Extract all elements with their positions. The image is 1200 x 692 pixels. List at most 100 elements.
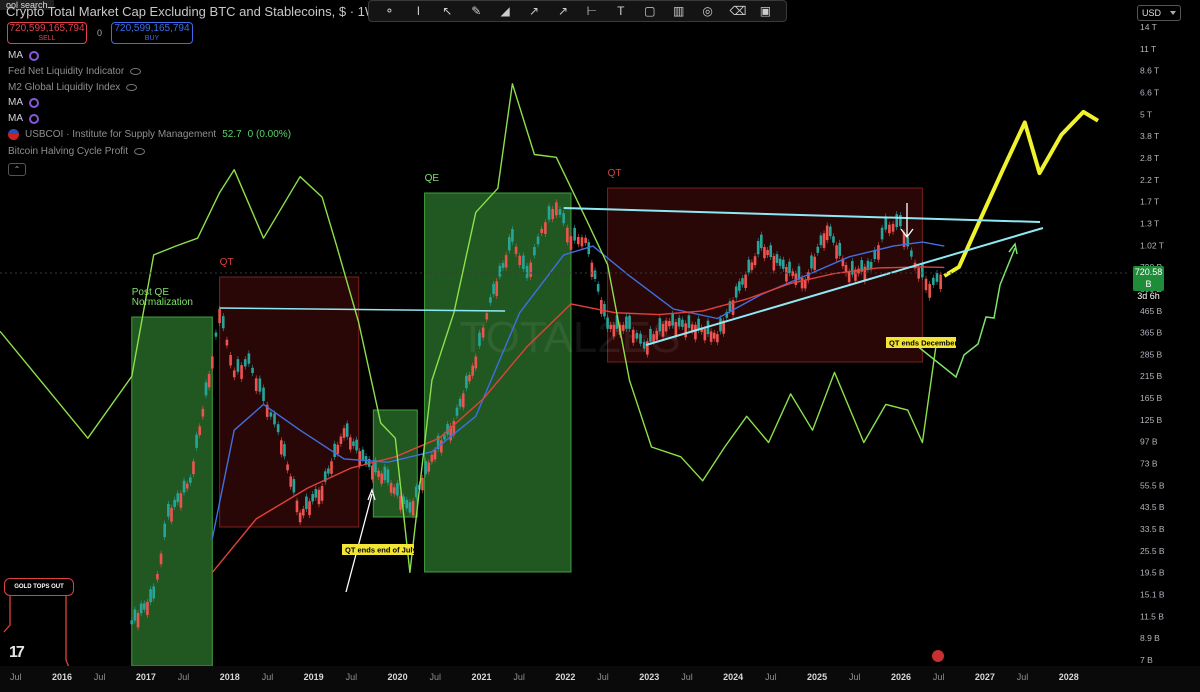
collapse-legend-button[interactable]: ⌃ [8, 163, 26, 176]
x-tick-label: Jul [681, 672, 693, 682]
text-tool-icon[interactable]: T [614, 4, 628, 18]
eye-icon[interactable] [134, 148, 146, 155]
candle [769, 245, 773, 258]
y-tick-label: 165 B [1140, 393, 1163, 403]
candle [440, 440, 443, 453]
candle [785, 267, 788, 282]
candle [763, 247, 766, 259]
trend-icon[interactable]: ↗ [527, 4, 541, 18]
candle [533, 247, 536, 256]
candle [825, 225, 829, 241]
y-tick-label: 465 B [1140, 306, 1163, 316]
candle [649, 328, 652, 342]
candle [283, 444, 286, 457]
candle [386, 469, 390, 483]
candle [146, 601, 149, 616]
zone-label: Normalization [132, 297, 193, 308]
candle [411, 500, 415, 516]
eraser-icon[interactable]: ⌫ [730, 4, 747, 18]
candle [838, 242, 842, 256]
candle [355, 439, 358, 451]
indicator-row[interactable]: USBCOI · Institute for Supply Management… [8, 129, 291, 140]
candle [305, 496, 308, 510]
x-tick-label: 2026 [891, 672, 911, 682]
candle [173, 499, 176, 507]
x-tick-label: 2027 [975, 672, 995, 682]
candle [932, 277, 935, 285]
y-tick-label: 43.5 B [1140, 502, 1165, 512]
range-icon[interactable]: ⊢ [585, 4, 599, 18]
indicator-row[interactable]: MA [8, 50, 39, 61]
candle [229, 355, 232, 366]
buy-button[interactable]: 720,599,165,794 BUY [111, 22, 193, 44]
frame-icon[interactable]: ▢ [643, 4, 657, 18]
y-tick-label: 365 B [1140, 328, 1163, 338]
candle [819, 235, 823, 246]
candle [775, 254, 779, 263]
indicator-row[interactable]: MA [8, 113, 39, 124]
x-tick-label: 2017 [136, 672, 156, 682]
currency-select[interactable]: USD [1137, 5, 1181, 21]
anchor-icon[interactable]: ◎ [701, 4, 715, 18]
candle [760, 234, 763, 249]
candle [525, 265, 529, 278]
pen-icon[interactable]: ✎ [469, 4, 483, 18]
candle [719, 318, 722, 332]
x-tick-label: Jul [10, 672, 22, 682]
candle [791, 271, 794, 276]
pattern-icon[interactable]: ⚬ [382, 4, 396, 18]
candle [289, 476, 293, 487]
expand-icon[interactable]: ▣ [758, 4, 772, 18]
candle [877, 245, 880, 260]
candle [317, 489, 321, 505]
x-tick-label: Jul [765, 672, 777, 682]
highlighter-icon[interactable]: ◢ [498, 4, 512, 18]
candle [204, 382, 208, 396]
x-tick-label: Jul [1017, 672, 1029, 682]
candle [339, 436, 343, 444]
candle [314, 489, 318, 498]
candle [635, 332, 639, 339]
sell-button[interactable]: 720,599,165,794 SELL [7, 22, 87, 44]
x-tick-label: 2028 [1059, 672, 1079, 682]
y-tick-label: 8.6 T [1140, 66, 1159, 76]
candle [547, 206, 551, 220]
gear-icon[interactable] [29, 113, 39, 124]
x-tick-label: Jul [513, 672, 525, 682]
candle [240, 365, 243, 379]
indicator-row[interactable]: MA [8, 97, 39, 108]
indicator-row[interactable]: M2 Global Liquidity Index [8, 82, 138, 93]
indicator-row[interactable]: Bitcoin Halving Cycle Profit [8, 146, 146, 157]
candle [286, 464, 289, 471]
eye-icon[interactable] [130, 68, 142, 75]
candle [182, 480, 186, 493]
zone-qe [372, 409, 418, 518]
candle [609, 324, 613, 330]
candle [738, 281, 741, 291]
eye-icon[interactable] [126, 84, 138, 91]
candle [891, 223, 895, 232]
candle [924, 278, 928, 291]
price-chart[interactable]: Post QENormalizationQTQE QT TOTAL2ES QT e… [0, 0, 1200, 692]
candle [221, 316, 225, 329]
candle [652, 334, 655, 342]
gear-icon[interactable] [29, 50, 39, 61]
text-icon[interactable]: I [411, 4, 425, 18]
chart-stage[interactable]: Post QE Normalization QT QE QT TOTAL2ES QT e… [0, 0, 1200, 692]
y-tick-label: 1.02 T [1140, 240, 1164, 250]
candle [555, 202, 558, 216]
x-tick-label: Jul [597, 672, 609, 682]
gear-icon[interactable] [29, 97, 39, 108]
bars-icon[interactable]: ▥ [672, 4, 686, 18]
zone-label: QE [425, 173, 440, 184]
candle [262, 387, 265, 401]
cursor-icon[interactable]: ↖ [440, 4, 454, 18]
candle [810, 255, 813, 269]
candle [664, 320, 668, 332]
arrow-icon[interactable]: ↗ [556, 4, 570, 18]
indicator-row[interactable]: Fed Net Liquidity Indicator [8, 66, 142, 77]
candle [822, 233, 826, 248]
x-tick-label: Jul [346, 672, 358, 682]
candle [590, 262, 594, 277]
candle [273, 413, 276, 425]
